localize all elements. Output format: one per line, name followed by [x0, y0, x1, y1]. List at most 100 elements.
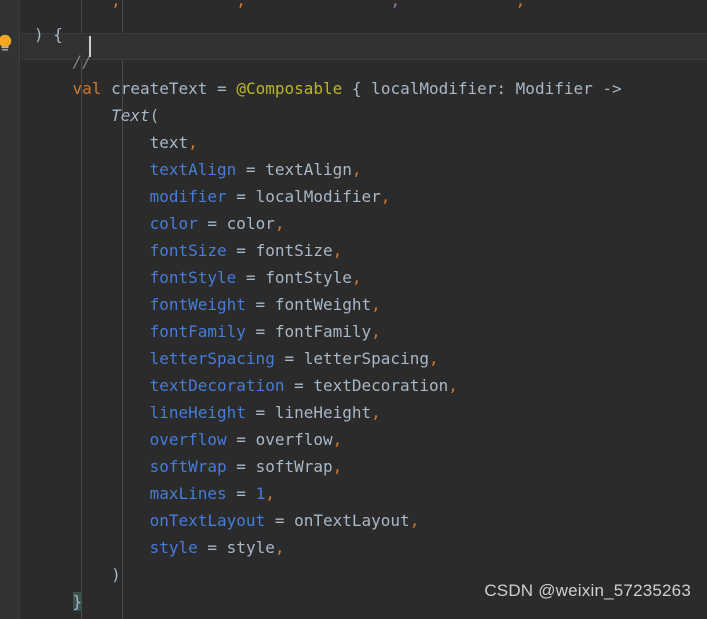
code-line[interactable]: maxLines = 1,: [21, 480, 707, 507]
code-token-comma: ,: [448, 376, 458, 395]
code-line[interactable]: val createText = @Composable { localModi…: [21, 75, 707, 102]
code-token-comment: //: [72, 52, 102, 71]
code-token-default: [34, 133, 150, 152]
code-token-default: [34, 187, 150, 206]
code-token-comma: ,: [371, 295, 381, 314]
code-token-param: softWrap: [149, 457, 227, 476]
code-token-default: =: [226, 187, 256, 206]
code-token-default: [400, 0, 516, 10]
code-line[interactable]: onTextLayout = onTextLayout,: [21, 507, 707, 534]
code-token-comma: ,: [332, 241, 343, 260]
code-token-default: =: [226, 241, 256, 260]
code-editor-screen: , , , , ) { // val createText = @Composab…: [0, 0, 707, 619]
code-token-comma: ,: [332, 430, 343, 449]
code-token-comma: ,: [428, 349, 439, 368]
code-token-param: overflow: [149, 430, 227, 449]
code-token-ident: fontSize: [255, 241, 333, 260]
code-token-default: [121, 0, 237, 10]
code-token-comma: ,: [332, 457, 343, 476]
editor-gutter[interactable]: [0, 0, 20, 619]
code-token-comma: ,: [371, 322, 381, 341]
code-line[interactable]: fontFamily = fontFamily,: [21, 318, 707, 345]
code-token-comma: ,: [371, 403, 381, 422]
code-token-default: [227, 79, 237, 98]
code-token-comma: ,: [380, 187, 391, 206]
code-line[interactable]: style = style,: [21, 534, 707, 561]
code-token-param: onTextLayout: [149, 511, 266, 530]
code-token-param: modifier: [149, 187, 227, 206]
code-token-default: [34, 241, 150, 260]
code-line[interactable]: softWrap = softWrap,: [21, 453, 707, 480]
code-token-default: =: [197, 538, 227, 557]
code-token-ident: onTextLayout: [294, 511, 410, 530]
code-token-param: textAlign: [149, 160, 237, 179]
code-token-ident: softWrap: [255, 457, 333, 476]
code-line[interactable]: lineHeight = lineHeight,: [21, 399, 707, 426]
code-token-default: [34, 376, 150, 395]
code-token-default: =: [284, 376, 314, 395]
code-line[interactable]: fontWeight = fontWeight,: [21, 291, 707, 318]
code-token-ident: fontFamily: [274, 322, 372, 341]
code-token-default: [34, 511, 150, 530]
code-line[interactable]: textAlign = textAlign,: [21, 156, 707, 183]
code-token-comma: ,: [236, 0, 246, 10]
code-token-param: textDecoration: [149, 376, 285, 395]
code-line[interactable]: letterSpacing = letterSpacing,: [21, 345, 707, 372]
code-token-default: =: [236, 268, 266, 287]
code-token-ident: fontWeight: [274, 295, 372, 314]
code-token-ident: style: [226, 538, 275, 557]
code-token-default: [34, 0, 111, 10]
code-token-default: [34, 565, 111, 584]
code-token-default: [34, 538, 150, 557]
code-line[interactable]: color = color,: [21, 210, 707, 237]
code-line[interactable]: //: [21, 48, 707, 75]
code-token-param: fontFamily: [149, 322, 246, 341]
code-token-comma: ,: [351, 160, 362, 179]
code-line[interactable]: fontSize = fontSize,: [21, 237, 707, 264]
code-token-default: =: [274, 349, 304, 368]
code-token-default: =: [226, 484, 256, 503]
code-line[interactable]: modifier = localModifier,: [21, 183, 707, 210]
code-token-comma: ,: [188, 133, 198, 152]
code-line[interactable]: textDecoration = textDecoration,: [21, 372, 707, 399]
code-token-default: [34, 430, 150, 449]
code-token-default: [34, 349, 150, 368]
csdn-watermark: CSDN @weixin_57235263: [484, 581, 691, 600]
code-token-default: [34, 214, 150, 233]
code-token-default: [34, 268, 150, 287]
code-token-param: lineHeight: [149, 403, 246, 422]
code-token-default: [34, 52, 73, 71]
code-token-ident: lineHeight: [274, 403, 372, 422]
code-token-default: =: [217, 79, 227, 98]
code-token-default: (: [149, 106, 160, 125]
code-token-default: [34, 79, 73, 98]
code-token-ident: localModifier: [255, 187, 381, 206]
code-token-default: =: [226, 457, 256, 476]
code-line[interactable]: Text(: [21, 102, 707, 129]
code-line[interactable]: fontStyle = fontStyle,: [21, 264, 707, 291]
code-line[interactable]: ) {: [21, 21, 707, 48]
code-token-default: { localModifier: Modifier ->: [342, 79, 622, 98]
code-token-ident: textAlign: [265, 160, 352, 179]
code-token-default: =: [245, 322, 275, 341]
lightbulb-icon[interactable]: [0, 34, 14, 53]
code-token-comma: ,: [351, 268, 362, 287]
code-token-default: [34, 322, 150, 341]
code-token-default: =: [265, 511, 295, 530]
code-token-default: =: [245, 403, 275, 422]
code-text-area[interactable]: , , , , ) { // val createText = @Composab…: [21, 0, 707, 615]
code-token-default: [34, 592, 73, 611]
text-caret: [89, 36, 91, 57]
code-token-keyword: val: [72, 79, 102, 98]
code-token-param: style: [149, 538, 198, 557]
code-line[interactable]: , , , ,: [21, 0, 707, 21]
code-token-ident: fontStyle: [265, 268, 352, 287]
code-token-default: [34, 106, 111, 125]
code-token-ident: textDecoration: [313, 376, 449, 395]
code-line[interactable]: text,: [21, 129, 707, 156]
code-token-brace: ) {: [34, 25, 63, 44]
code-token-default: =: [197, 214, 227, 233]
code-token-ident: letterSpacing: [303, 349, 429, 368]
code-token-param: color: [149, 214, 198, 233]
code-line[interactable]: overflow = overflow,: [21, 426, 707, 453]
